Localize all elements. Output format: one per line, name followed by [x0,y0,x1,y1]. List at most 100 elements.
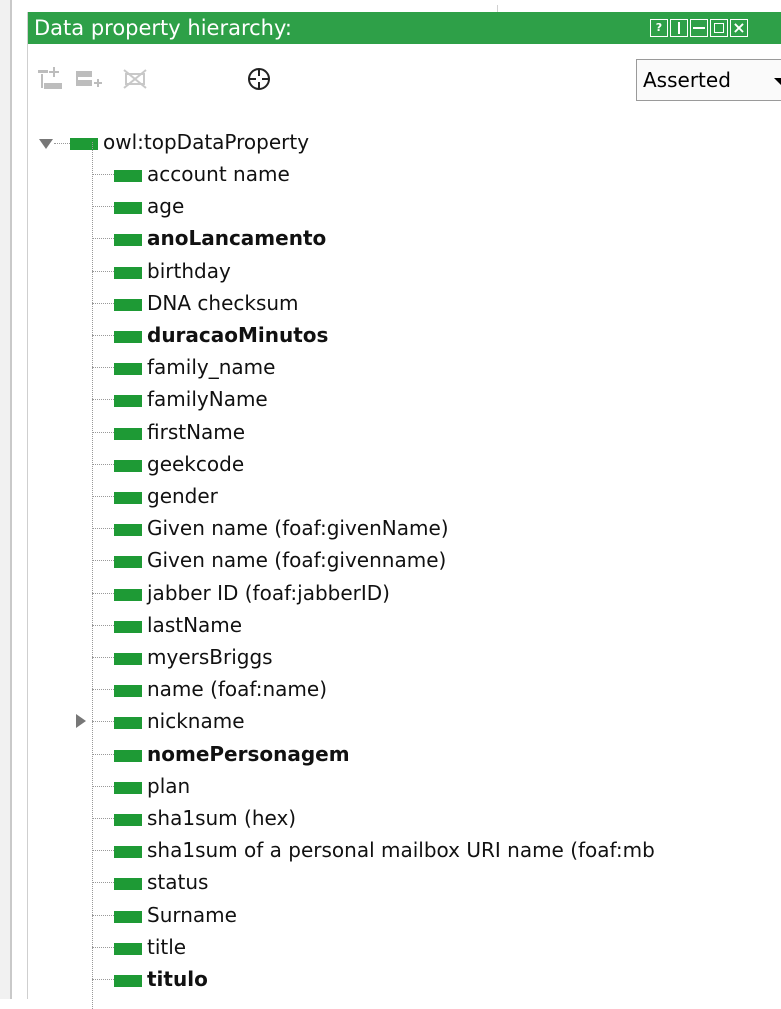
tree-item-label: lastName [147,613,243,637]
tree-item-label: Surname [147,903,237,927]
tree-item[interactable]: gender [114,480,218,512]
data-property-hierarchy-panel: Data property hierarchy: Asserted [27,12,781,1009]
tree-item[interactable]: anoLancamento [114,222,326,254]
tree-item[interactable]: family_name [114,351,275,383]
tree-connector [92,303,114,304]
data-property-swatch [114,233,142,246]
tree-item[interactable]: duracaoMinutos [114,319,328,351]
data-property-swatch [114,362,142,375]
tree-connector [92,786,114,787]
root-label: owl:topDataProperty [103,130,310,154]
tree-item[interactable]: titulo [114,963,208,995]
tree-item-label: age [147,194,185,218]
tree-connector [92,979,114,980]
title-buttons [650,19,748,37]
tree-item[interactable]: Given name (foaf:givenName) [114,512,449,544]
tree-item[interactable]: sha1sum of a personal mailbox URI name (… [114,834,655,866]
data-property-swatch [114,201,142,214]
tree-root[interactable]: owl:topDataProperty [38,126,309,158]
tree-connector [92,850,114,851]
tree-item-label: duracaoMinutos [147,323,329,347]
tree-item[interactable]: sha1sum (hex) [114,802,296,834]
data-property-swatch [114,555,142,568]
collapsed-triangle-icon[interactable] [76,714,86,728]
tree-connector [92,238,114,239]
data-property-swatch [114,942,142,955]
data-property-swatch [114,330,142,343]
tree-item-label: firstName [147,420,246,444]
close-icon[interactable] [730,19,748,37]
tree-connector [92,528,114,529]
help-icon[interactable] [650,19,668,37]
chevron-down-icon [774,78,781,85]
tree-item-label: family_name [147,355,276,379]
tree-item-label: Given name (foaf:givenname) [147,548,447,572]
split-vertical-icon[interactable] [670,19,688,37]
data-property-swatch [114,266,142,279]
panel-titlebar: Data property hierarchy: [28,12,781,44]
tree-connector [92,399,114,400]
tree-item[interactable]: jabber ID (foaf:jabberID) [114,577,390,609]
data-property-swatch [114,169,142,182]
expanded-triangle-icon[interactable] [38,137,54,151]
tree-connector [92,206,114,207]
target-icon[interactable] [244,66,274,92]
view-mode-select[interactable]: Asserted [636,59,781,101]
tree-connector [92,496,114,497]
tree-item[interactable]: status [114,866,208,898]
panel-title: Data property hierarchy: [34,16,292,40]
tree-connector [92,818,114,819]
tree-connector [92,593,114,594]
tree-connector [92,721,114,722]
tree-item-label: sha1sum of a personal mailbox URI name (… [147,838,655,862]
tree-item[interactable]: firstName [114,416,245,448]
delete-icon[interactable] [120,66,150,92]
tree-guide-line [92,142,93,1009]
data-property-swatch [114,813,142,826]
tree-item-label: title [147,935,187,959]
data-property-swatch [70,137,98,150]
tree-item[interactable]: nickname [114,705,245,737]
tree-item[interactable]: account name [114,158,290,190]
add-subproperty-icon[interactable] [36,66,66,92]
tree-item[interactable]: name (foaf:name) [114,673,327,705]
tree-item-label: nickname [147,709,245,733]
tree-item[interactable]: age [114,190,184,222]
data-property-swatch [114,652,142,665]
tree-item[interactable]: nomePersonagem [114,738,350,770]
tree-connector [92,625,114,626]
tree-item-label: status [147,870,209,894]
tree-item[interactable]: geekcode [114,448,244,480]
data-property-swatch [114,491,142,504]
tree-item[interactable]: familyName [114,383,268,415]
data-property-swatch [114,588,142,601]
data-property-swatch [114,684,142,697]
tree-connector [92,915,114,916]
tree-connector [92,271,114,272]
tree-item[interactable]: Given name (foaf:givenname) [114,544,446,576]
data-property-swatch [114,716,142,729]
data-property-swatch [114,910,142,923]
view-mode-label: Asserted [643,68,731,92]
tree-item[interactable]: lastName [114,609,242,641]
tree-connector [92,432,114,433]
tree-connector [92,882,114,883]
tree-item[interactable]: birthday [114,255,231,287]
tree-item[interactable]: plan [114,770,190,802]
tree-connector [92,947,114,948]
tree-connector [92,335,114,336]
tree-item-label: jabber ID (foaf:jabberID) [147,581,390,605]
tree-item[interactable]: myersBriggs [114,641,273,673]
tree-item-label: Given name (foaf:givenName) [147,516,449,540]
tree-item-label: nomePersonagem [147,742,350,766]
maximize-icon[interactable] [710,19,728,37]
tree-item[interactable]: Surname [114,899,237,931]
tree-item[interactable]: title [114,931,186,963]
left-divider [10,0,12,999]
add-sibling-icon[interactable] [74,66,104,92]
data-property-swatch [114,298,142,311]
split-horizontal-icon[interactable] [690,19,708,37]
tree-item[interactable]: DNA checksum [114,287,299,319]
tree-item-label: name (foaf:name) [147,677,327,701]
tree-item-label: DNA checksum [147,291,299,315]
